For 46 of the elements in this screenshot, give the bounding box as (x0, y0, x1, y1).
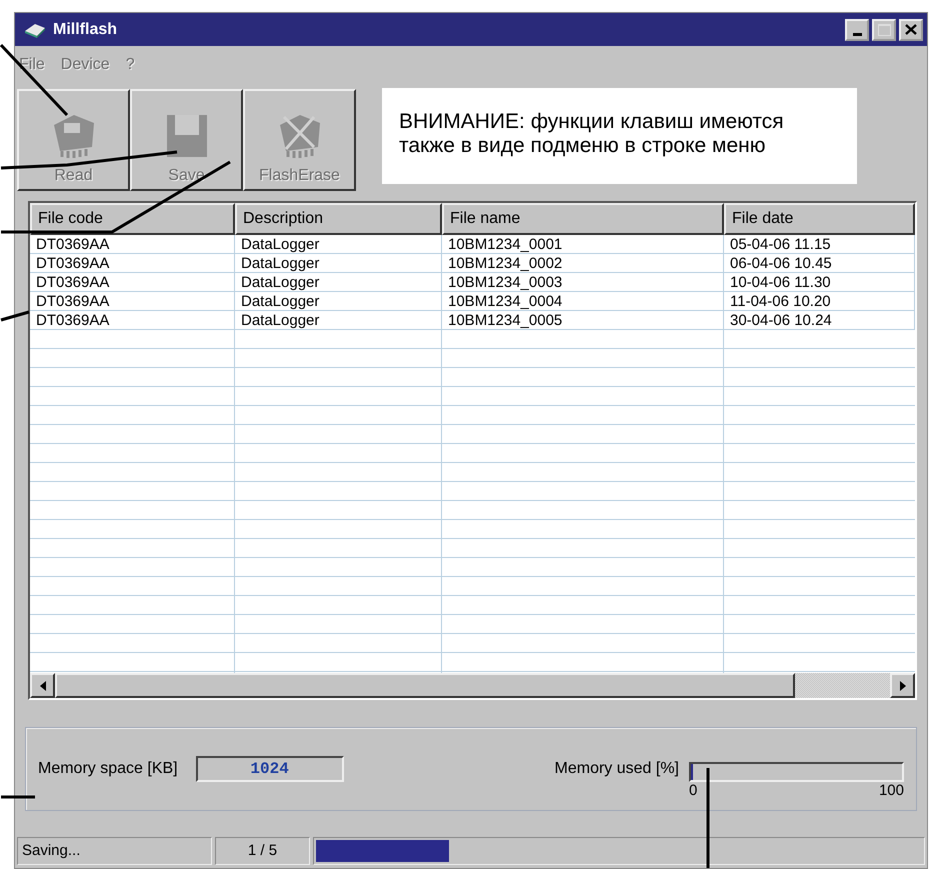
table-cell: DT0369AA (30, 292, 235, 311)
table-cell: DataLogger (235, 235, 442, 254)
close-button[interactable] (899, 18, 923, 40)
scale-label: 100 (878, 782, 904, 798)
memory-space-label: Memory space [KB] (38, 760, 178, 778)
column-header[interactable]: File code (30, 203, 235, 235)
leader-line (0, 310, 30, 322)
leader-line (1, 796, 35, 798)
table-cell: DataLogger (235, 311, 442, 330)
table-cell: DataLogger (235, 254, 442, 273)
table-cell: DT0369AA (30, 311, 235, 330)
table-cell: 10BM1234_0004 (442, 292, 724, 311)
table-cell: DT0369AA (30, 254, 235, 273)
note-text: ВНИМАНИЕ: функции клавиш имеются также в виде подменю в строке меню (382, 88, 857, 184)
column-header[interactable]: File name (442, 203, 724, 235)
memory-space-field: 1024 (196, 756, 344, 782)
horizontal-scrollbar[interactable] (30, 673, 915, 698)
column-header[interactable]: File date (724, 203, 915, 235)
table-cell: 06-04-06 10.45 (724, 254, 915, 273)
table-cell: 10BM1234_0002 (442, 254, 724, 273)
close-icon (905, 24, 917, 35)
table-cell: DT0369AA (30, 273, 235, 292)
maximize-button[interactable] (872, 18, 896, 40)
minimize-button[interactable] (845, 18, 869, 40)
app-icon (25, 24, 45, 38)
scale-label: 0 (689, 782, 698, 798)
scroll-left-button[interactable] (30, 673, 55, 698)
table-cell: 10BM1234_0001 (442, 235, 724, 254)
table-cell: 10BM1234_0005 (442, 311, 724, 330)
table-cell: DataLogger (235, 273, 442, 292)
table-cell: 30-04-06 10.24 (724, 311, 915, 330)
status-count: 1 / 5 (215, 837, 310, 865)
memory-used-label: Memory used [%] (554, 760, 679, 778)
table-cell: 11-04-06 10.20 (724, 292, 915, 311)
left-arrow-icon (40, 680, 46, 690)
status-text: Saving... (17, 837, 212, 865)
table-cell: DataLogger (235, 292, 442, 311)
window-title: Millflash (53, 20, 118, 38)
scroll-right-button[interactable] (890, 673, 915, 698)
table-cell: 10BM1234_0003 (442, 273, 724, 292)
table-cell: DT0369AA (30, 235, 235, 254)
right-arrow-icon (900, 680, 906, 690)
table-cell: 05-04-06 11.15 (724, 235, 915, 254)
column-header[interactable]: Description (235, 203, 442, 235)
scrollbar-thumb[interactable] (55, 673, 795, 698)
table-cell: 10-04-06 11.30 (724, 273, 915, 292)
